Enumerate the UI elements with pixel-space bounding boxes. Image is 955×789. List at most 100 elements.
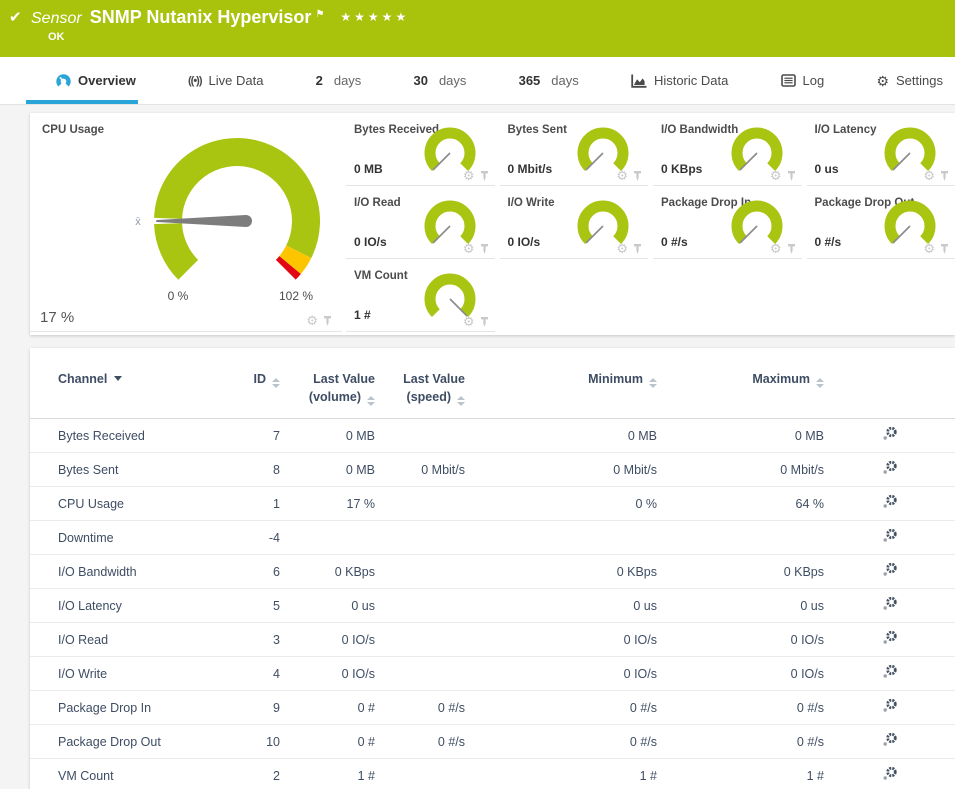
empty-cell [807,259,955,332]
gauge-cell-bytes-sent: Bytes Sent0 Mbit/s⚙ [500,113,649,186]
gear-icon[interactable]: ⚙ [463,315,475,328]
gauge-cell-i-o-latency: I/O Latency0 us⚙ [807,113,955,186]
tab-30-days[interactable]: 30 days [413,57,466,104]
cell-last-value-volume: 0 MB [280,419,375,453]
tab-365-days[interactable]: 365 days [519,57,579,104]
channel-settings-icon[interactable] [882,732,898,751]
gauge-title: I/O Latency [815,124,877,136]
cell-minimum: 0 IO/s [465,623,657,657]
channel-settings-icon[interactable] [882,494,898,513]
channel-settings-icon[interactable] [882,596,898,615]
tab-2-days[interactable]: 2 days [316,57,362,104]
table-row: Bytes Sent80 MB0 Mbit/s0 Mbit/s0 Mbit/s [30,453,955,487]
channel-settings-icon[interactable] [882,426,898,445]
tab-live-data[interactable]: ((•)) Live Data [188,57,263,104]
cell-channel[interactable]: I/O Write [30,657,205,691]
gear-icon[interactable]: ⚙ [463,242,475,255]
gauge-min-label: 0 % [148,289,208,303]
gauge-title: I/O Write [508,197,555,209]
gear-icon[interactable]: ⚙ [306,314,318,327]
cell-last-value-volume: 0 IO/s [280,623,375,657]
pin-icon[interactable] [940,243,949,255]
gear-icon[interactable]: ⚙ [463,169,475,182]
tab-number: 30 [413,73,427,88]
cell-last-value-volume: 0 MB [280,453,375,487]
table-row: I/O Bandwidth60 KBps0 KBps0 KBps [30,555,955,589]
gear-icon[interactable]: ⚙ [770,169,782,182]
sort-icon [649,378,657,388]
cell-last-value-speed [375,623,465,657]
channel-settings-icon[interactable] [882,460,898,479]
cell-channel[interactable]: I/O Latency [30,589,205,623]
pin-icon[interactable] [940,170,949,182]
cell-channel[interactable]: CPU Usage [30,487,205,521]
sort-icon [272,378,280,388]
cell-channel[interactable]: Package Drop In [30,691,205,725]
cell-maximum: 0 IO/s [657,623,824,657]
channel-settings-icon[interactable] [882,562,898,581]
gear-icon[interactable]: ⚙ [616,169,628,182]
tab-unit: days [439,73,466,88]
channel-settings-icon[interactable] [882,528,898,547]
pin-icon[interactable] [323,315,332,327]
priority-stars[interactable]: ★★★★★ [340,10,409,24]
cell-channel[interactable]: VM Count [30,759,205,789]
flag-icon[interactable]: ⚑ [315,9,324,20]
channel-settings-icon[interactable] [882,698,898,717]
cell-channel[interactable]: I/O Read [30,623,205,657]
cell-last-value-speed: 0 #/s [375,725,465,759]
tab-settings[interactable]: ⚙ Settings [876,57,943,104]
pin-icon[interactable] [480,170,489,182]
col-header-channel[interactable]: Channel [30,348,205,419]
table-row: CPU Usage117 %0 %64 % [30,487,955,521]
table-row: Package Drop In90 #0 #/s0 #/s0 #/s [30,691,955,725]
channel-settings-icon[interactable] [882,630,898,649]
gear-icon: ⚙ [876,74,889,88]
gauge-value: 0 Mbit/s [508,162,553,176]
cell-maximum: 0 #/s [657,691,824,725]
col-header-last-value-volume[interactable]: Last Value (volume) [280,348,375,419]
cell-last-value-volume: 0 # [280,725,375,759]
cell-actions [824,691,955,725]
tab-bar: Overview ((•)) Live Data 2 days 30 days … [0,57,955,105]
pin-icon[interactable] [787,170,796,182]
cell-id: -4 [205,521,280,555]
mini-gauge-grid: Bytes Received0 MB⚙Bytes Sent0 Mbit/s⚙I/… [346,113,955,332]
tab-overview[interactable]: Overview [56,57,136,104]
cell-channel[interactable]: I/O Bandwidth [30,555,205,589]
svg-text:x̄: x̄ [135,216,141,228]
pin-icon[interactable] [633,170,642,182]
tab-number: 2 [316,73,323,88]
sort-desc-icon [114,376,122,381]
pin-icon[interactable] [480,316,489,328]
col-header-minimum[interactable]: Minimum [465,348,657,419]
col-header-maximum[interactable]: Maximum [657,348,824,419]
cell-last-value-speed [375,657,465,691]
gear-icon[interactable]: ⚙ [923,169,935,182]
pin-icon[interactable] [633,243,642,255]
cell-last-value-speed [375,487,465,521]
channel-settings-icon[interactable] [882,766,898,785]
gauge-value: 0 MB [354,162,383,176]
gauge-value: 0 #/s [815,235,842,249]
channel-settings-icon[interactable] [882,664,898,683]
gauge-cell-package-drop-in: Package Drop In0 #/s⚙ [653,186,802,259]
gear-icon[interactable]: ⚙ [616,242,628,255]
tab-log[interactable]: Log [781,57,825,104]
sort-icon [816,378,824,388]
gear-icon[interactable]: ⚙ [923,242,935,255]
cell-channel[interactable]: Package Drop Out [30,725,205,759]
col-header-id[interactable]: ID [205,348,280,419]
gauge-max-label: 102 % [266,289,326,303]
cell-minimum: 0 IO/s [465,657,657,691]
col-header-last-value-speed[interactable]: Last Value (speed) [375,348,465,419]
tab-historic-data[interactable]: Historic Data [631,57,728,104]
broadcast-icon: ((•)) [188,75,202,87]
cell-minimum: 1 # [465,759,657,789]
pin-icon[interactable] [787,243,796,255]
cell-channel[interactable]: Bytes Sent [30,453,205,487]
pin-icon[interactable] [480,243,489,255]
cell-channel[interactable]: Downtime [30,521,205,555]
gear-icon[interactable]: ⚙ [770,242,782,255]
cell-channel[interactable]: Bytes Received [30,419,205,453]
